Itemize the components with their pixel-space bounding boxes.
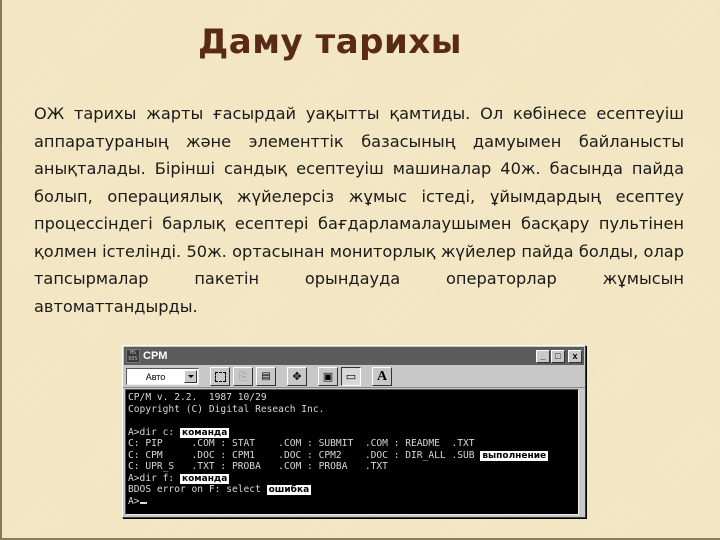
font-size-value: Авто	[145, 371, 166, 382]
close-button[interactable]: x	[568, 349, 582, 363]
console-line: Copyright (C) Digital Reseach Inc.	[128, 404, 576, 416]
console-line-text: C: UPR_S .TXT : PROBA .COM : PROBA .TXT	[128, 461, 388, 472]
console-output[interactable]: CP/M v. 2.2. 1987 10/29 Copyright (C) Dig…	[125, 389, 579, 515]
properties-icon: ▣	[322, 370, 334, 383]
msdos-app-icon[interactable]: MS DOS	[126, 349, 140, 363]
console-window: MS DOS CPM _ □ x Авто ⎘ ▤ ✥ ▣ ▭ A CP/M v…	[122, 345, 586, 518]
background-button[interactable]: ▭	[341, 367, 361, 386]
annotation-label: команда	[179, 473, 230, 484]
title-bar[interactable]: MS DOS CPM _ □ x	[124, 347, 584, 365]
font-button[interactable]: A	[372, 367, 392, 386]
console-line-text: Copyright (C) Digital Reseach Inc.	[128, 403, 325, 415]
console-line-text: A>dir f:	[128, 472, 180, 484]
background-icon: ▭	[345, 370, 357, 383]
console-line-text: BDOS error on F: select	[128, 484, 267, 495]
console-line: A>	[128, 496, 576, 508]
paste-button[interactable]: ▤	[256, 367, 276, 386]
mark-button[interactable]	[210, 367, 230, 386]
console-line-text: C: CPM .DOC : CPM1 .DOC : CPM2 .DOC : DI…	[128, 449, 481, 461]
slide-paragraph: ОЖ тарихы жарты ғасырдай уақытты қамтиды…	[34, 104, 684, 316]
annotation-label: команда	[179, 427, 230, 438]
toolbar: Авто ⎘ ▤ ✥ ▣ ▭ A	[123, 366, 585, 388]
console-line: BDOS error on F: select ошибка	[128, 484, 576, 496]
console-line-text: CP/M v. 2.2. 1987 10/29	[128, 392, 267, 403]
text-cursor	[139, 501, 147, 504]
properties-button[interactable]: ▣	[318, 367, 338, 386]
maximize-button[interactable]: □	[551, 349, 565, 363]
console-line-text: A>dir c:	[128, 426, 180, 438]
fullscreen-button[interactable]: ✥	[287, 367, 307, 386]
window-title: CPM	[143, 350, 168, 362]
paste-icon: ▤	[261, 371, 271, 382]
copy-button[interactable]: ⎘	[233, 367, 253, 386]
console-line: A>dir f: команда	[128, 473, 576, 485]
console-line-text: C: PIP .COM : STAT .COM : SUBMIT .COM : …	[128, 438, 475, 449]
annotation-label: ошибка	[266, 485, 312, 495]
console-line: CP/M v. 2.2. 1987 10/29	[128, 392, 576, 404]
console-line: C: UPR_S .TXT : PROBA .COM : PROBA .TXT	[128, 461, 576, 473]
mark-icon	[214, 371, 226, 382]
chevron-down-icon[interactable]	[184, 370, 197, 383]
console-line-text: A>	[128, 495, 140, 507]
minimize-button[interactable]: _	[536, 349, 550, 363]
console-line: C: PIP .COM : STAT .COM : SUBMIT .COM : …	[128, 438, 576, 450]
console-line: A>dir c: команда	[128, 427, 576, 439]
annotation-label: выполнение	[480, 450, 549, 461]
console-line: C: CPM .DOC : CPM1 .DOC : CPM2 .DOC : DI…	[128, 450, 576, 462]
fullscreen-icon: ✥	[292, 370, 302, 383]
slide-title: Даму тарихы	[197, 22, 462, 62]
copy-icon: ⎘	[238, 369, 248, 383]
font-icon: A	[376, 368, 388, 384]
font-size-select[interactable]: Авто	[126, 368, 199, 385]
